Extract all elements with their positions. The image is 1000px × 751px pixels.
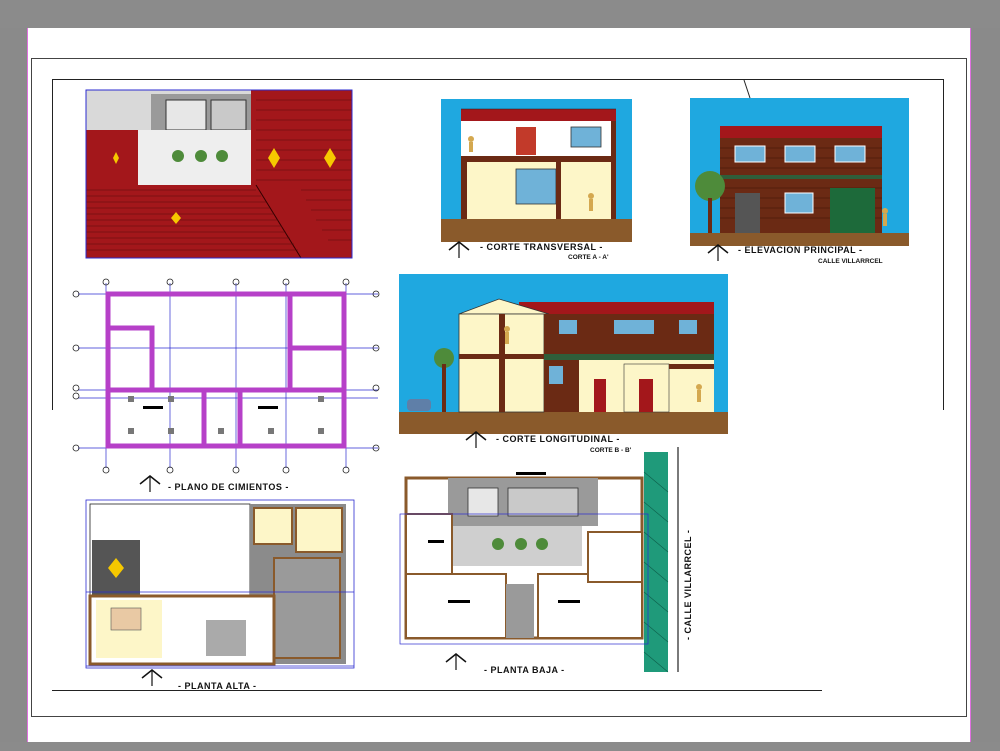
leader-line bbox=[743, 79, 751, 99]
street-name-label: - CALLE VILLARRCEL - bbox=[683, 529, 693, 640]
main-elevation-drawing bbox=[690, 98, 909, 246]
elevation-title: - ELEVACION PRINCIPAL - bbox=[738, 245, 863, 255]
elevation-subtitle: CALLE VILLARRCEL bbox=[818, 258, 883, 265]
top-toolbar bbox=[0, 0, 1000, 28]
north-arrow-icon bbox=[707, 244, 729, 261]
north-arrow-icon bbox=[448, 241, 470, 258]
cross-section-subtitle: CORTE A - A' bbox=[568, 254, 609, 261]
upper-floor-title: - PLANTA ALTA - bbox=[178, 681, 257, 691]
bottom-border-line bbox=[52, 690, 822, 691]
longitudinal-section-subtitle: CORTE B - B' bbox=[590, 447, 632, 454]
longitudinal-section-drawing bbox=[399, 274, 728, 434]
north-arrow-icon bbox=[445, 653, 467, 670]
foundation-plan-title: - PLANO DE CIMIENTOS - bbox=[168, 482, 289, 492]
north-arrow-icon bbox=[141, 669, 163, 686]
bottom-bar bbox=[0, 742, 1000, 751]
roof-plan bbox=[85, 89, 353, 259]
foundation-plan-drawing bbox=[72, 278, 380, 474]
upper-floor-plan-drawing bbox=[85, 499, 355, 669]
ground-floor-title: - PLANTA BAJA - bbox=[484, 665, 565, 675]
ground-floor-plan-drawing bbox=[399, 447, 679, 673]
longitudinal-section-title: - CORTE LONGITUDINAL - bbox=[496, 434, 620, 444]
north-arrow-icon bbox=[465, 431, 487, 448]
cross-section-title: - CORTE TRANSVERSAL - bbox=[480, 242, 603, 252]
north-arrow-icon bbox=[139, 475, 161, 492]
cross-section-drawing bbox=[441, 99, 632, 242]
